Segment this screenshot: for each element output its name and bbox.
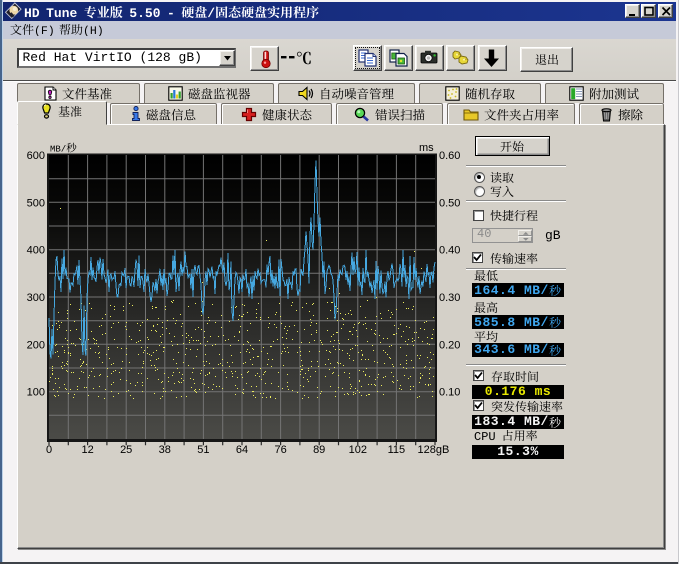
svg-text:400: 400 <box>27 245 45 257</box>
svg-text:0.50: 0.50 <box>439 197 460 209</box>
svg-text:300: 300 <box>27 292 45 304</box>
svg-text:38: 38 <box>159 444 171 456</box>
svg-text:76: 76 <box>274 444 286 456</box>
svg-text:0.60: 0.60 <box>439 150 460 162</box>
svg-text:100: 100 <box>27 387 45 399</box>
svg-text:0.20: 0.20 <box>439 339 460 351</box>
svg-text:12: 12 <box>81 444 93 456</box>
svg-text:0.40: 0.40 <box>439 245 460 257</box>
svg-text:102: 102 <box>349 444 367 456</box>
svg-text:600: 600 <box>27 150 45 162</box>
svg-text:89: 89 <box>313 444 325 456</box>
svg-text:0: 0 <box>46 444 52 456</box>
svg-text:200: 200 <box>27 339 45 351</box>
svg-text:64: 64 <box>236 444 248 456</box>
svg-text:115: 115 <box>388 444 406 456</box>
svg-text:0.10: 0.10 <box>439 387 460 399</box>
svg-text:128gB: 128gB <box>418 444 450 456</box>
svg-text:0.30: 0.30 <box>439 292 460 304</box>
svg-text:500: 500 <box>27 197 45 209</box>
svg-text:25: 25 <box>120 444 132 456</box>
svg-text:51: 51 <box>197 444 209 456</box>
